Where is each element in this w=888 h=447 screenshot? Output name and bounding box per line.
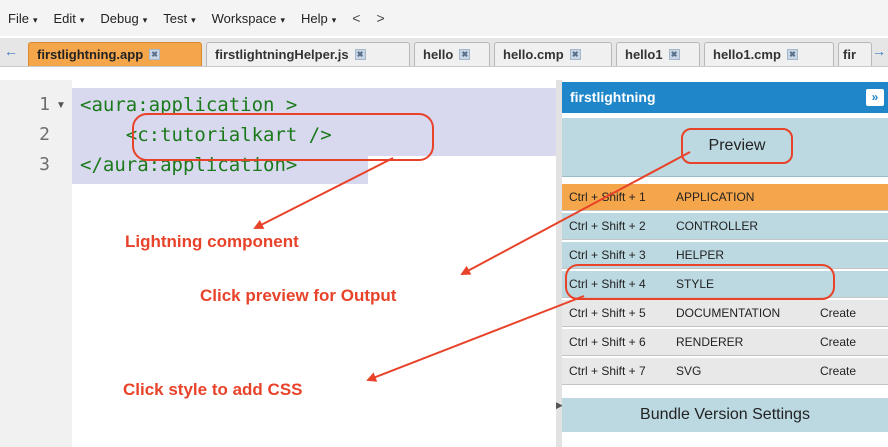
panel-header: firstlightning » xyxy=(562,82,888,113)
bundle-row-documentation[interactable]: Ctrl + Shift + 5 DOCUMENTATION Create xyxy=(562,300,888,327)
scroll-tabs-left-icon[interactable]: ← xyxy=(4,43,18,61)
bundle-panel: firstlightning » Preview Bundle Version … xyxy=(562,80,888,447)
bundle-row-controller[interactable]: Ctrl + Shift + 2 CONTROLLER xyxy=(562,213,888,240)
tab-hello-cmp[interactable]: hello.cmp ✖ xyxy=(494,42,612,66)
scroll-tabs-right-icon[interactable]: → xyxy=(872,43,886,61)
bundle-row-shortcut: Ctrl + Shift + 3 xyxy=(569,248,646,262)
line-number-gutter: 1 ▼ 2 3 xyxy=(0,80,72,447)
tab-label: hello1.cmp xyxy=(713,47,781,62)
menu-bar: File ▾ Edit ▾ Debug ▾ Test ▾ Workspace ▾ Help… xyxy=(0,0,888,36)
panel-title: firstlightning xyxy=(570,89,656,105)
annotation-lightning-component: Lightning component xyxy=(125,232,299,251)
chevron-down-icon: ▾ xyxy=(191,14,196,25)
chevron-down-icon: ▾ xyxy=(79,14,85,25)
line-number: 1 xyxy=(39,94,50,115)
bundle-row-renderer[interactable]: Ctrl + Shift + 6 RENDERER Create xyxy=(562,329,888,356)
tab-firstlightning-app[interactable]: firstlightning.app ✖ xyxy=(28,42,202,66)
code-line-3: </aura:application> xyxy=(80,154,298,176)
menu-debug[interactable]: Debug ▾ xyxy=(100,11,147,26)
close-icon[interactable]: ✖ xyxy=(786,49,798,60)
bundle-row-shortcut: Ctrl + Shift + 1 xyxy=(569,190,646,204)
create-button[interactable]: Create xyxy=(820,300,856,327)
menu-workspace[interactable]: Workspace ▾ xyxy=(212,11,285,26)
menu-file-label: File xyxy=(8,10,29,26)
menu-test-label: Test xyxy=(163,10,188,26)
chevron-down-icon: ▾ xyxy=(32,14,38,25)
line-number: 3 xyxy=(39,154,50,175)
bundle-row-name: STYLE xyxy=(676,277,715,291)
bundle-row-shortcut: Ctrl + Shift + 5 xyxy=(569,306,646,320)
bundle-row-name: RENDERER xyxy=(676,335,744,349)
close-icon[interactable]: ✖ xyxy=(668,49,680,60)
bundle-row-shortcut: Ctrl + Shift + 6 xyxy=(569,335,646,349)
close-icon[interactable]: ✖ xyxy=(459,49,471,60)
tab-firstlightninghelper-js[interactable]: firstlightningHelper.js ✖ xyxy=(206,42,410,66)
chevron-down-icon: ▾ xyxy=(280,14,285,25)
bundle-row-name: SVG xyxy=(676,364,702,378)
tab-label: firstlightningHelper.js xyxy=(215,47,349,62)
tab-label: hello.cmp xyxy=(503,47,564,62)
bundle-row-style[interactable]: Ctrl + Shift + 4 STYLE xyxy=(562,271,888,298)
tab-fir[interactable]: fir xyxy=(838,42,872,66)
tab-label: firstlightning.app xyxy=(37,47,144,62)
bundle-row-name: CONTROLLER xyxy=(676,219,759,233)
bundle-row-svg[interactable]: Ctrl + Shift + 7 SVG Create xyxy=(562,358,888,385)
bundle-row-application[interactable]: Ctrl + Shift + 1 APPLICATION xyxy=(562,184,888,211)
bundle-row-name: HELPER xyxy=(676,248,725,262)
create-button[interactable]: Create xyxy=(820,329,856,356)
tab-label: fir xyxy=(843,47,856,62)
preview-button[interactable]: Preview xyxy=(681,128,793,164)
annotation-click-style: Click style to add CSS xyxy=(123,380,303,399)
menu-help-label: Help xyxy=(300,10,328,26)
menu-workspace-label: Workspace xyxy=(211,10,277,26)
bundle-row-shortcut: Ctrl + Shift + 4 xyxy=(569,277,646,291)
menu-help[interactable]: Help ▾ xyxy=(301,11,336,26)
tab-hello[interactable]: hello ✖ xyxy=(414,42,490,66)
code-line-1: <aura:application > xyxy=(80,94,298,116)
nav-back-button[interactable]: < xyxy=(352,10,360,26)
fold-arrow-icon[interactable]: ▼ xyxy=(56,100,66,111)
annotation-click-preview: Click preview for Output xyxy=(200,286,397,305)
tab-hello1-cmp[interactable]: hello1.cmp ✖ xyxy=(704,42,834,66)
expand-panel-icon[interactable]: » xyxy=(866,89,884,106)
chevron-down-icon: ▾ xyxy=(142,14,148,25)
close-icon[interactable]: ✖ xyxy=(354,49,366,60)
chevron-down-icon: ▾ xyxy=(331,14,337,25)
bundle-row-helper[interactable]: Ctrl + Shift + 3 HELPER xyxy=(562,242,888,269)
tab-bar: ← firstlightning.app ✖ firstlightningHel… xyxy=(0,38,888,67)
close-icon[interactable]: ✖ xyxy=(149,49,161,60)
tab-hello1[interactable]: hello1 ✖ xyxy=(616,42,700,66)
menu-edit-label: Edit xyxy=(53,10,76,26)
line-number: 2 xyxy=(39,124,50,145)
create-button[interactable]: Create xyxy=(820,358,856,385)
close-icon[interactable]: ✖ xyxy=(569,49,581,60)
menu-test[interactable]: Test ▾ xyxy=(163,11,195,26)
bundle-row-name: APPLICATION xyxy=(676,190,755,204)
tab-label: hello xyxy=(423,47,454,62)
tab-label: hello1 xyxy=(625,47,663,62)
bundle-row-name: DOCUMENTATION xyxy=(676,306,781,320)
menu-edit[interactable]: Edit ▾ xyxy=(53,11,84,26)
code-line-2: <c:tutorialkart /> xyxy=(80,124,332,146)
bundle-row-shortcut: Ctrl + Shift + 7 xyxy=(569,364,646,378)
menu-debug-label: Debug xyxy=(100,10,139,26)
bundle-version-settings-button[interactable]: Bundle Version Settings xyxy=(562,398,888,432)
menu-file[interactable]: File ▾ xyxy=(8,11,37,26)
bundle-row-shortcut: Ctrl + Shift + 2 xyxy=(569,219,646,233)
nav-forward-button[interactable]: > xyxy=(376,10,384,26)
